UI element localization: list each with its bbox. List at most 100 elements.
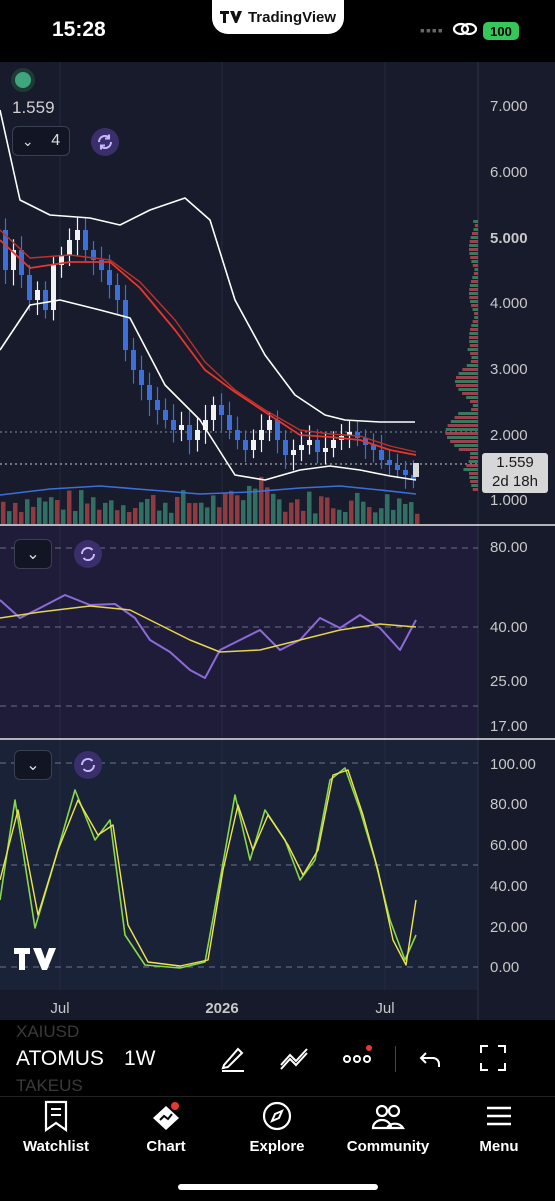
current-price-top: 1.559 [12,98,55,117]
volume-bar [37,497,42,524]
tab-explore[interactable]: Explore [227,1100,327,1155]
candle-body [171,420,176,430]
more-options-icon[interactable] [342,1043,374,1073]
volume-bar [163,502,168,524]
volume-bar [331,508,336,524]
volume-bar [337,509,342,524]
volume-profile-bar [474,316,478,319]
volume-profile-bar [455,376,478,379]
tab-community[interactable]: Community [338,1100,438,1155]
indicators-collapse-button[interactable]: ⌄ 4 [12,126,70,156]
menu-icon [487,1106,511,1126]
volume-profile-bar [473,272,478,275]
volume-profile-bar [447,436,478,439]
drawing-pen-icon[interactable] [218,1043,248,1073]
indicator-count: 4 [51,132,61,149]
price-axis-tick: 6.000 [490,164,528,181]
rsi-axis-tick: 17.00 [490,718,528,735]
candle-body [403,470,408,475]
volume-profile-bar [470,328,478,331]
stoch-collapse-button[interactable]: ⌄ [14,750,52,780]
volume-bar [73,510,78,524]
tab-label: Chart [146,1138,186,1155]
volume-profile-bar [463,468,478,471]
volume-profile-bar [458,412,478,415]
volume-profile-bar [474,224,478,227]
volume-profile-bar [471,232,478,235]
volume-profile-bar [458,388,478,391]
tradingview-logo-icon [219,11,242,23]
volume-bar [223,492,228,524]
toolbar-divider [395,1046,396,1072]
price-axis-tick: 7.000 [490,98,528,115]
candle-body [331,440,336,448]
candle-body [147,385,152,400]
volume-profile-bar [471,484,478,487]
candle-body [243,440,248,450]
volume-profile-bar [469,288,478,291]
volume-bar [295,499,300,524]
app-name: TradingView [247,8,337,26]
candle-body [27,275,32,300]
candle-body [187,425,192,440]
chevron-down-icon: ⌄ [26,546,40,563]
volume-profile-bar [470,480,478,483]
tab-menu[interactable]: Menu [449,1100,549,1155]
candle-body [395,465,400,470]
volume-profile-bar [471,304,478,307]
candle-body [315,440,320,452]
volume-bar [343,511,348,524]
volume-bar [355,492,360,524]
time-axis-bg [0,990,555,1020]
symbol-button[interactable]: ATOMUS [16,1047,104,1071]
candle-body [267,420,272,430]
volume-bar [97,509,102,524]
fullscreen-icon[interactable] [479,1043,507,1073]
volume-bar [169,512,174,524]
price-axis-tick: 3.000 [490,361,528,378]
volume-profile-bar [469,336,478,339]
volume-bar [115,510,120,524]
volume-bar [187,503,192,524]
home-indicator [178,1184,378,1190]
time-axis-tick: Jul [375,1000,394,1017]
volume-profile-bar [469,296,478,299]
volume-profile-bar [469,456,478,459]
candle-body [379,450,384,460]
volume-bar [49,497,54,524]
rsi-collapse-button[interactable]: ⌄ [14,539,52,569]
candle-body [251,440,256,450]
volume-bar [13,502,18,524]
candle-body [179,425,184,430]
volume-bar [283,511,288,524]
volume-profile-bar [473,228,478,231]
volume-bar [271,493,276,524]
volume-bar [79,490,84,524]
trendline-icon[interactable] [278,1043,310,1073]
rsi-sync-button[interactable] [74,540,102,568]
volume-profile-bar [469,252,478,255]
volume-profile-bar [469,300,478,303]
volume-profile-bar [470,360,478,363]
volume-bar [217,507,222,524]
volume-profile-bar [455,380,478,383]
volume-profile-bar [469,240,478,243]
stoch-axis-tick: 0.00 [490,959,519,976]
tab-watchlist[interactable]: Watchlist [6,1100,106,1155]
volume-bar [25,499,30,524]
interval-button[interactable]: 1W [124,1047,156,1071]
volume-bar [409,502,414,524]
undo-icon[interactable] [418,1043,444,1073]
watchlist-icon [44,1100,68,1132]
price-axis-tick: 1.000 [490,492,528,509]
stoch-sync-button[interactable] [74,751,102,779]
community-icon [371,1104,405,1130]
rsi-axis-tick: 40.00 [490,619,528,636]
candle-body [211,405,216,420]
volume-profile-bar [469,248,478,251]
volume-bar [199,502,204,524]
tab-chart[interactable]: Chart [116,1100,216,1155]
compass-icon [262,1101,292,1131]
sync-button[interactable] [91,128,119,156]
candle-body [131,350,136,370]
